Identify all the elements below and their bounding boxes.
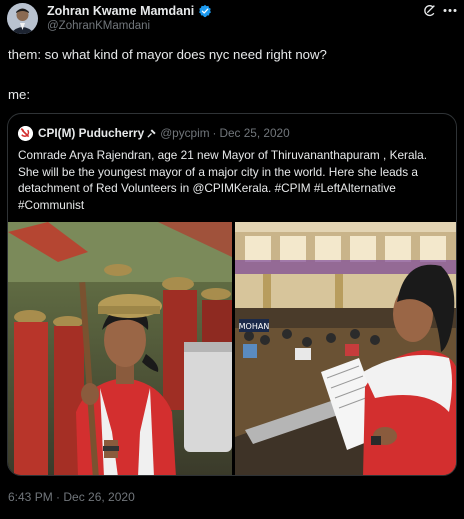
tweet-text: them: so what kind of mayor does nyc nee… bbox=[8, 47, 327, 62]
author-handle[interactable]: @ZohranKMamdani bbox=[47, 20, 150, 32]
pin-icon bbox=[146, 128, 157, 139]
quoted-text-line: detachment of Red Volunteers in @CPIMKer… bbox=[18, 181, 396, 196]
tweet-text-second: me: bbox=[8, 87, 30, 102]
quoted-tweet-media: MOHAN bbox=[8, 222, 456, 475]
author-name-row: Zohran Kwame Mamdani bbox=[47, 3, 212, 19]
author-avatar[interactable] bbox=[7, 3, 38, 34]
grok-icon[interactable] bbox=[423, 4, 436, 17]
quoted-tweet-header: CPI(M) Puducherry @pycpim · Dec 25, 2020 bbox=[18, 125, 290, 141]
separator-dot: · bbox=[212, 126, 217, 140]
verified-badge-icon bbox=[198, 4, 212, 18]
tweet: Zohran Kwame Mamdani @ZohranKMamdani the… bbox=[0, 0, 464, 519]
mohan-sign: MOHAN bbox=[239, 322, 270, 331]
quoted-text-line: Comrade Arya Rajendran, age 21 new Mayor… bbox=[18, 148, 427, 162]
photo-red-volunteers[interactable] bbox=[8, 222, 232, 475]
more-horizontal-icon[interactable] bbox=[442, 4, 458, 17]
quoted-author-handle[interactable]: @pycpim bbox=[160, 126, 209, 140]
tweet-timestamp[interactable]: 6:43 PM · Dec 26, 2020 bbox=[8, 490, 135, 504]
quoted-tweet-text: Comrade Arya Rajendran, age 21 new Mayor… bbox=[18, 147, 452, 213]
quoted-tweet[interactable]: CPI(M) Puducherry @pycpim · Dec 25, 2020… bbox=[7, 113, 457, 476]
quoted-author-name[interactable]: CPI(M) Puducherry bbox=[38, 126, 144, 140]
quoted-tweet-date[interactable]: Dec 25, 2020 bbox=[219, 126, 289, 140]
quoted-text-line: #Communist bbox=[18, 197, 85, 212]
author-name[interactable]: Zohran Kwame Mamdani bbox=[47, 4, 194, 18]
quoted-text-line: She will be the youngest mayor of a majo… bbox=[18, 164, 418, 179]
photo-council-chamber[interactable]: MOHAN bbox=[235, 222, 456, 475]
hammer-sickle-icon[interactable] bbox=[18, 125, 33, 141]
